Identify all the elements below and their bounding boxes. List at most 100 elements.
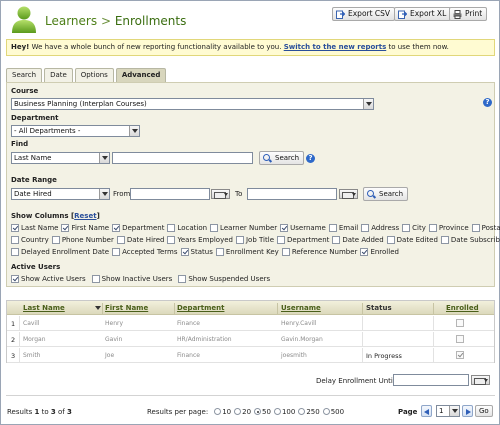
to-date-input[interactable] — [247, 188, 337, 200]
enrolled-checkbox[interactable] — [456, 351, 464, 359]
prev-page-icon[interactable] — [421, 405, 432, 417]
find-search-button[interactable]: Search — [259, 151, 305, 165]
delay-enrollment-input[interactable] — [393, 374, 469, 386]
column-option[interactable]: Date Added — [332, 236, 384, 244]
column-option[interactable]: Accepted Terms — [112, 248, 178, 256]
tab-advanced[interactable]: Advanced — [115, 68, 167, 83]
column-checkbox[interactable] — [116, 236, 125, 244]
page-select[interactable]: 1 — [436, 405, 460, 417]
column-checkbox[interactable] — [167, 236, 176, 244]
table-row[interactable]: 1 Cavill Henry Finance Henry.Cavill — [7, 316, 494, 331]
column-option[interactable]: First Name — [61, 224, 109, 232]
column-checkbox[interactable] — [328, 224, 337, 232]
column-option[interactable]: Department — [277, 236, 329, 244]
column-option[interactable]: Years Employed — [167, 236, 233, 244]
active-users-checkbox[interactable] — [178, 275, 187, 283]
col-header-username[interactable]: Username — [281, 304, 321, 312]
column-checkbox[interactable] — [210, 224, 219, 232]
column-checkbox[interactable] — [112, 248, 121, 256]
column-checkbox[interactable] — [402, 224, 411, 232]
find-field-select[interactable]: Last Name — [11, 152, 110, 164]
column-checkbox[interactable] — [332, 236, 341, 244]
enrolled-checkbox[interactable] — [456, 335, 464, 343]
tab-options[interactable]: Options — [74, 68, 114, 82]
column-checkbox[interactable] — [51, 236, 60, 244]
column-option[interactable]: Enrollment Key — [215, 248, 279, 256]
col-header-last-name[interactable]: Last Name — [23, 304, 65, 312]
column-checkbox[interactable] — [167, 224, 176, 232]
column-option[interactable]: Email — [328, 224, 358, 232]
active-users-checkbox[interactable] — [91, 275, 100, 283]
export-csv-button[interactable]: Export CSV — [332, 7, 396, 21]
go-button[interactable]: Go — [475, 405, 493, 417]
col-header-enrolled[interactable]: Enrolled — [446, 304, 479, 312]
column-option[interactable]: City — [402, 224, 426, 232]
column-checkbox[interactable] — [361, 224, 370, 232]
tab-date[interactable]: Date — [44, 68, 73, 82]
per-page-radio[interactable] — [254, 408, 262, 415]
per-page-option[interactable]: 100 — [273, 408, 295, 416]
department-select[interactable]: - All Departments - — [11, 125, 140, 137]
sort-desc-icon[interactable] — [95, 306, 101, 310]
column-checkbox[interactable] — [360, 248, 369, 256]
column-option[interactable]: Date Edited — [386, 236, 438, 244]
column-checkbox[interactable] — [215, 248, 224, 256]
column-option[interactable]: Job Title — [235, 236, 274, 244]
from-date-input[interactable] — [130, 188, 210, 200]
calendar-icon[interactable] — [471, 375, 490, 385]
column-checkbox[interactable] — [11, 248, 19, 256]
column-checkbox[interactable] — [61, 224, 70, 232]
per-page-option[interactable]: 250 — [298, 408, 320, 416]
column-option[interactable]: Learner Number — [210, 224, 277, 232]
column-option[interactable]: Postal Code — [471, 224, 500, 232]
column-checkbox[interactable] — [180, 248, 189, 256]
col-header-department[interactable]: Department — [177, 304, 224, 312]
column-checkbox[interactable] — [440, 236, 449, 244]
column-option[interactable]: Date Hired — [116, 236, 164, 244]
breadcrumb-section[interactable]: Learners — [45, 14, 97, 28]
column-option[interactable]: Date Subscribed — [440, 236, 500, 244]
column-option[interactable]: Delayed Enrollment Date — [11, 248, 109, 256]
column-checkbox[interactable] — [235, 236, 244, 244]
switch-to-new-reports-link[interactable]: Switch to the new reports — [284, 43, 387, 51]
calendar-icon[interactable] — [211, 189, 230, 199]
column-option[interactable]: Reference Number — [281, 248, 357, 256]
per-page-option[interactable]: 50 — [254, 408, 271, 416]
enrolled-checkbox[interactable] — [456, 319, 464, 327]
date-search-button[interactable]: Search — [363, 187, 409, 201]
print-button[interactable]: Print — [449, 7, 488, 21]
column-option[interactable]: Username — [280, 224, 326, 232]
column-checkbox[interactable] — [112, 224, 121, 232]
column-option[interactable]: Location — [167, 224, 207, 232]
column-option[interactable]: Last Name — [11, 224, 58, 232]
per-page-option[interactable]: 500 — [322, 408, 344, 416]
column-option[interactable]: Status — [180, 248, 213, 256]
column-option[interactable]: Address — [361, 224, 399, 232]
per-page-radio[interactable] — [214, 408, 222, 415]
reset-columns-link[interactable]: Reset — [74, 212, 96, 220]
per-page-option[interactable]: 20 — [234, 408, 251, 416]
column-checkbox[interactable] — [280, 224, 289, 232]
table-row[interactable]: 2 Morgan Gavin HR/Administration Gavin.M… — [7, 332, 494, 347]
course-select[interactable]: Business Planning (Interplan Courses) — [11, 98, 374, 110]
column-checkbox[interactable] — [428, 224, 437, 232]
per-page-radio[interactable] — [234, 408, 242, 415]
table-row[interactable]: 3 Smith Joe Finance joesmith In Progress — [7, 348, 494, 363]
column-option[interactable]: Province — [428, 224, 469, 232]
active-users-option[interactable]: Show Inactive Users — [91, 275, 172, 283]
help-icon[interactable]: ? — [483, 98, 492, 107]
next-page-icon[interactable] — [462, 405, 473, 417]
per-page-option[interactable]: 10 — [214, 408, 231, 416]
find-input[interactable] — [112, 152, 253, 164]
column-checkbox[interactable] — [11, 236, 19, 244]
col-header-first-name[interactable]: First Name — [105, 304, 148, 312]
per-page-radio[interactable] — [298, 408, 306, 415]
help-icon[interactable]: ? — [306, 154, 315, 163]
date-field-select[interactable]: Date Hired — [11, 188, 110, 200]
active-users-option[interactable]: Show Active Users — [11, 275, 86, 283]
column-option[interactable]: Department — [112, 224, 164, 232]
export-xl-button[interactable]: Export XL — [394, 7, 452, 21]
column-option[interactable]: Enrolled — [360, 248, 399, 256]
column-checkbox[interactable] — [471, 224, 480, 232]
column-checkbox[interactable] — [277, 236, 286, 244]
